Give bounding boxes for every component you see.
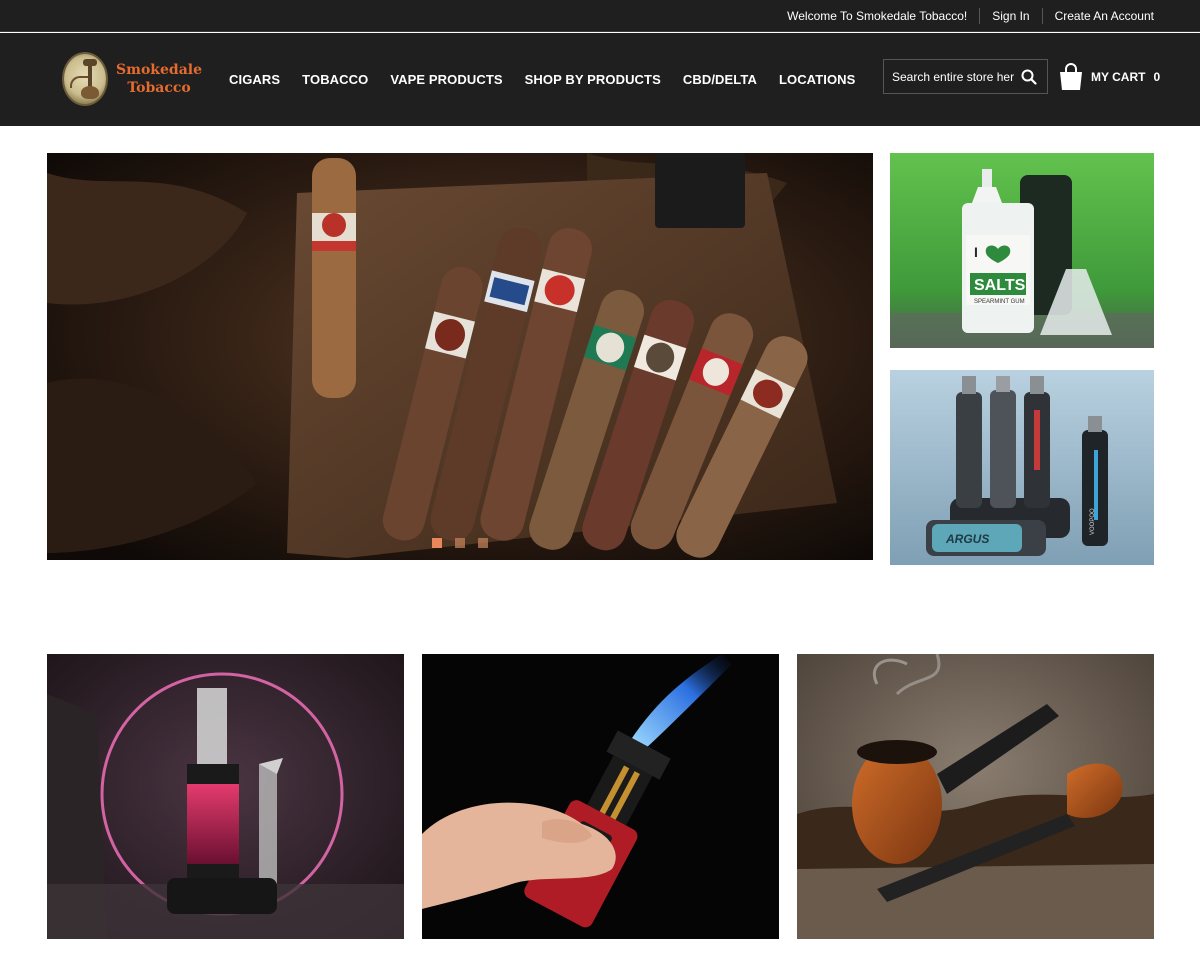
hero-slider-image-cigars[interactable]: [47, 153, 873, 560]
search-input[interactable]: [884, 61, 1014, 92]
main-nav: CIGARS TOBACCO VAPE PRODUCTS SHOP BY PRO…: [218, 33, 866, 126]
nav-item-locations[interactable]: LOCATIONS: [779, 72, 856, 87]
main-header: Smokedale Tobacco CIGARS TOBACCO VAPE PR…: [0, 33, 1200, 126]
nav-item-cigars[interactable]: CIGARS: [229, 72, 280, 87]
logo-line-1: Smokedale: [116, 62, 202, 78]
logo-line-2: Tobacco: [127, 80, 191, 96]
device-brand: VOOPOO: [1090, 508, 1096, 535]
side-banner-eliquid[interactable]: I SALTS SPEARMINT GUM: [890, 153, 1154, 348]
nav-item-tobacco[interactable]: TOBACCO: [302, 72, 368, 87]
search-icon[interactable]: [1014, 62, 1044, 92]
slider-dot-2[interactable]: [455, 538, 465, 548]
bottom-banner-water-pipe[interactable]: [47, 654, 404, 939]
slider-dot-1[interactable]: [432, 538, 442, 548]
bottle-label-i: I: [974, 244, 978, 260]
bottle-label-salts: SALTS: [974, 277, 1026, 294]
logo-text: Smokedale Tobacco: [116, 61, 202, 97]
nav-item-vape-products[interactable]: VAPE PRODUCTS: [390, 72, 502, 87]
slider-dots: [432, 538, 501, 548]
sign-in-link[interactable]: Sign In: [980, 9, 1041, 23]
shopping-bag-icon: [1059, 63, 1083, 91]
bottom-banner-tobacco-pipes[interactable]: [797, 654, 1154, 939]
store-logo[interactable]: Smokedale Tobacco: [62, 50, 202, 108]
bottom-banner-torch-lighter[interactable]: [422, 654, 779, 939]
cart-count: 0: [1153, 70, 1161, 84]
search-box: [883, 59, 1048, 94]
welcome-message: Welcome To Smokedale Tobacco!: [787, 9, 968, 23]
cart-label: MY CART: [1091, 70, 1146, 84]
top-bar: Welcome To Smokedale Tobacco! Sign In Cr…: [0, 0, 1200, 32]
hookah-emblem-icon: [62, 52, 109, 106]
header-links: Welcome To Smokedale Tobacco! Sign In Cr…: [787, 0, 1154, 32]
nav-item-shop-by-products[interactable]: SHOP BY PRODUCTS: [525, 72, 661, 87]
nav-item-cbd-delta[interactable]: CBD/DELTA: [683, 72, 757, 87]
device-label-argus: ARGUS: [945, 532, 989, 546]
create-account-link[interactable]: Create An Account: [1043, 9, 1154, 23]
side-banner-vape-devices[interactable]: ARGUS VOOPOO: [890, 370, 1154, 565]
bottle-caption: SPEARMINT GUM: [974, 299, 1025, 305]
slider-dot-3[interactable]: [478, 538, 488, 548]
mini-cart[interactable]: MY CART 0: [1059, 63, 1160, 91]
